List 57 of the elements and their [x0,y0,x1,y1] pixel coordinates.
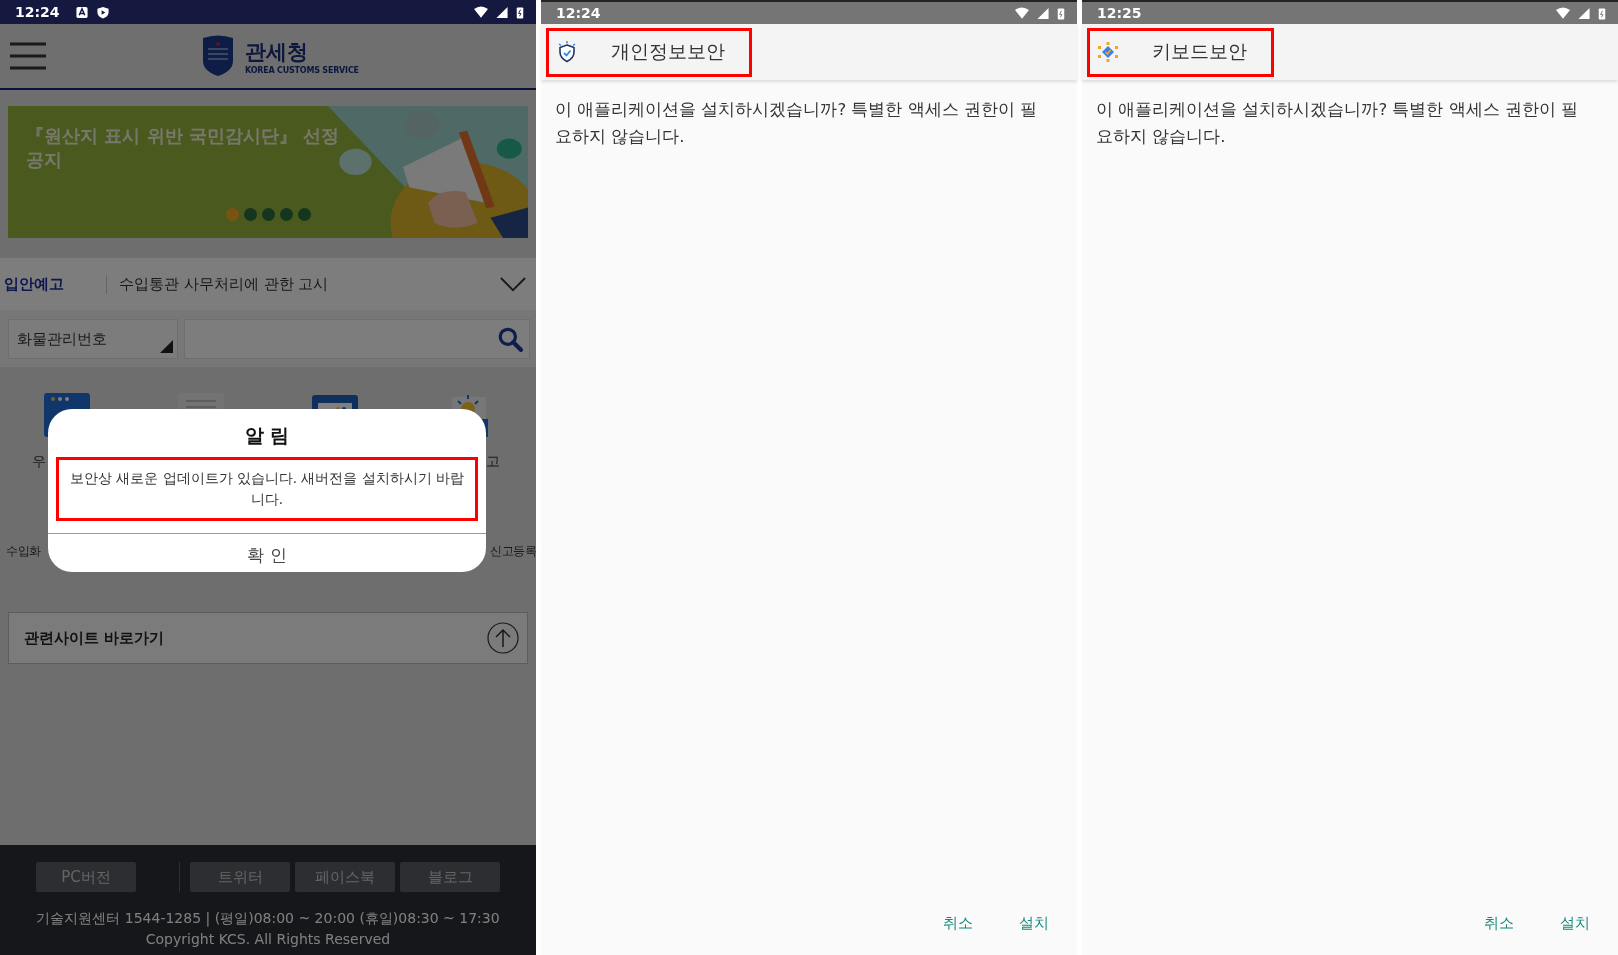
footer-copyright: Copyright KCS. All Rights Reserved [145,931,391,947]
signal-icon [1577,6,1591,20]
carousel-dot[interactable] [298,208,311,221]
related-sites-bar[interactable]: 관련사이트 바로가기 [8,612,528,664]
menu-label[interactable]: 신고등록 [490,543,536,560]
carousel-dot[interactable] [262,208,275,221]
notice-label: 입안예고 [4,274,107,294]
wifi-icon [1015,6,1029,20]
status-time: 12:24 [556,5,601,21]
category-dropdown[interactable]: 화물관리번호 [8,319,178,359]
notice-link[interactable]: 수입통관 사무처리에 관한 고시 [119,274,500,294]
dialog-action-button[interactable]: 취소 [925,906,991,941]
app-name: 키보드보안 [1152,39,1247,64]
footer-link[interactable]: 페이스북 [295,862,395,892]
footer-link[interactable]: 트위터 [190,862,290,892]
wifi-icon [1556,6,1570,20]
footer-contact: 기술지원센터 1544-1285 | (평일)08:00 ~ 20:00 (휴일)08:30 ~ 17:30 [36,910,500,928]
status-time: 12:24 [15,4,60,20]
menu-label[interactable]: 수입화 [6,543,41,560]
footer-link[interactable]: PC버전 [36,862,136,892]
battery-icon [516,5,524,19]
search-icon[interactable] [497,326,523,352]
shield-check-icon [557,41,577,63]
dialog-message: 보안상 새로운 업데이트가 있습니다. 새버전을 설치하시기 바랍니다. [56,457,478,521]
chevron-down-icon[interactable] [500,276,526,292]
shield-icon [95,5,110,19]
dialog-action-button[interactable]: 취소 [1466,906,1532,941]
install-prompt: 이 애플리케이션을 설치하시겠습니까? 특별한 액세스 권한이 필요하지 않습니다. [1096,99,1580,148]
dialog-action-button[interactable]: 설치 [1542,906,1608,941]
network-icon [1098,41,1118,63]
menu-label[interactable]: 우 [32,453,46,471]
site-subtitle: KOREA CUSTOMS SERVICE [245,65,359,75]
keyboard-icon [74,5,89,19]
banner-headline: 『원산지 표시 위반 국민감시단』 선정 공지 [26,124,341,172]
install-prompt: 이 애플리케이션을 설치하시겠습니까? 특별한 액세스 권한이 필요하지 않습니다. [555,99,1039,148]
signal-icon [1036,6,1050,20]
battery-icon [1598,6,1606,20]
confirm-button[interactable]: 확 인 [217,536,317,575]
status-time: 12:25 [1097,5,1142,21]
carousel-dot[interactable] [226,208,239,221]
footer-link[interactable]: 블로그 [400,862,500,892]
related-sites-label: 관련사이트 바로가기 [24,628,165,648]
wifi-icon [474,5,488,19]
battery-icon [1057,6,1065,20]
app-name: 개인정보보안 [611,39,725,64]
dialog-action-button[interactable]: 설치 [1001,906,1067,941]
search-field[interactable] [184,319,530,359]
menu-label[interactable]: 고 [486,453,500,471]
dialog-title: 알 림 [244,423,290,448]
arrow-up-circle-icon[interactable] [487,622,519,654]
signal-icon [495,5,509,19]
carousel-dot[interactable] [280,208,293,221]
carousel-dot[interactable] [244,208,257,221]
site-title: 관세청 [245,38,309,66]
menu-icon[interactable] [10,42,46,70]
emblem-icon [201,35,235,77]
dropdown-arrow-icon [160,340,173,353]
